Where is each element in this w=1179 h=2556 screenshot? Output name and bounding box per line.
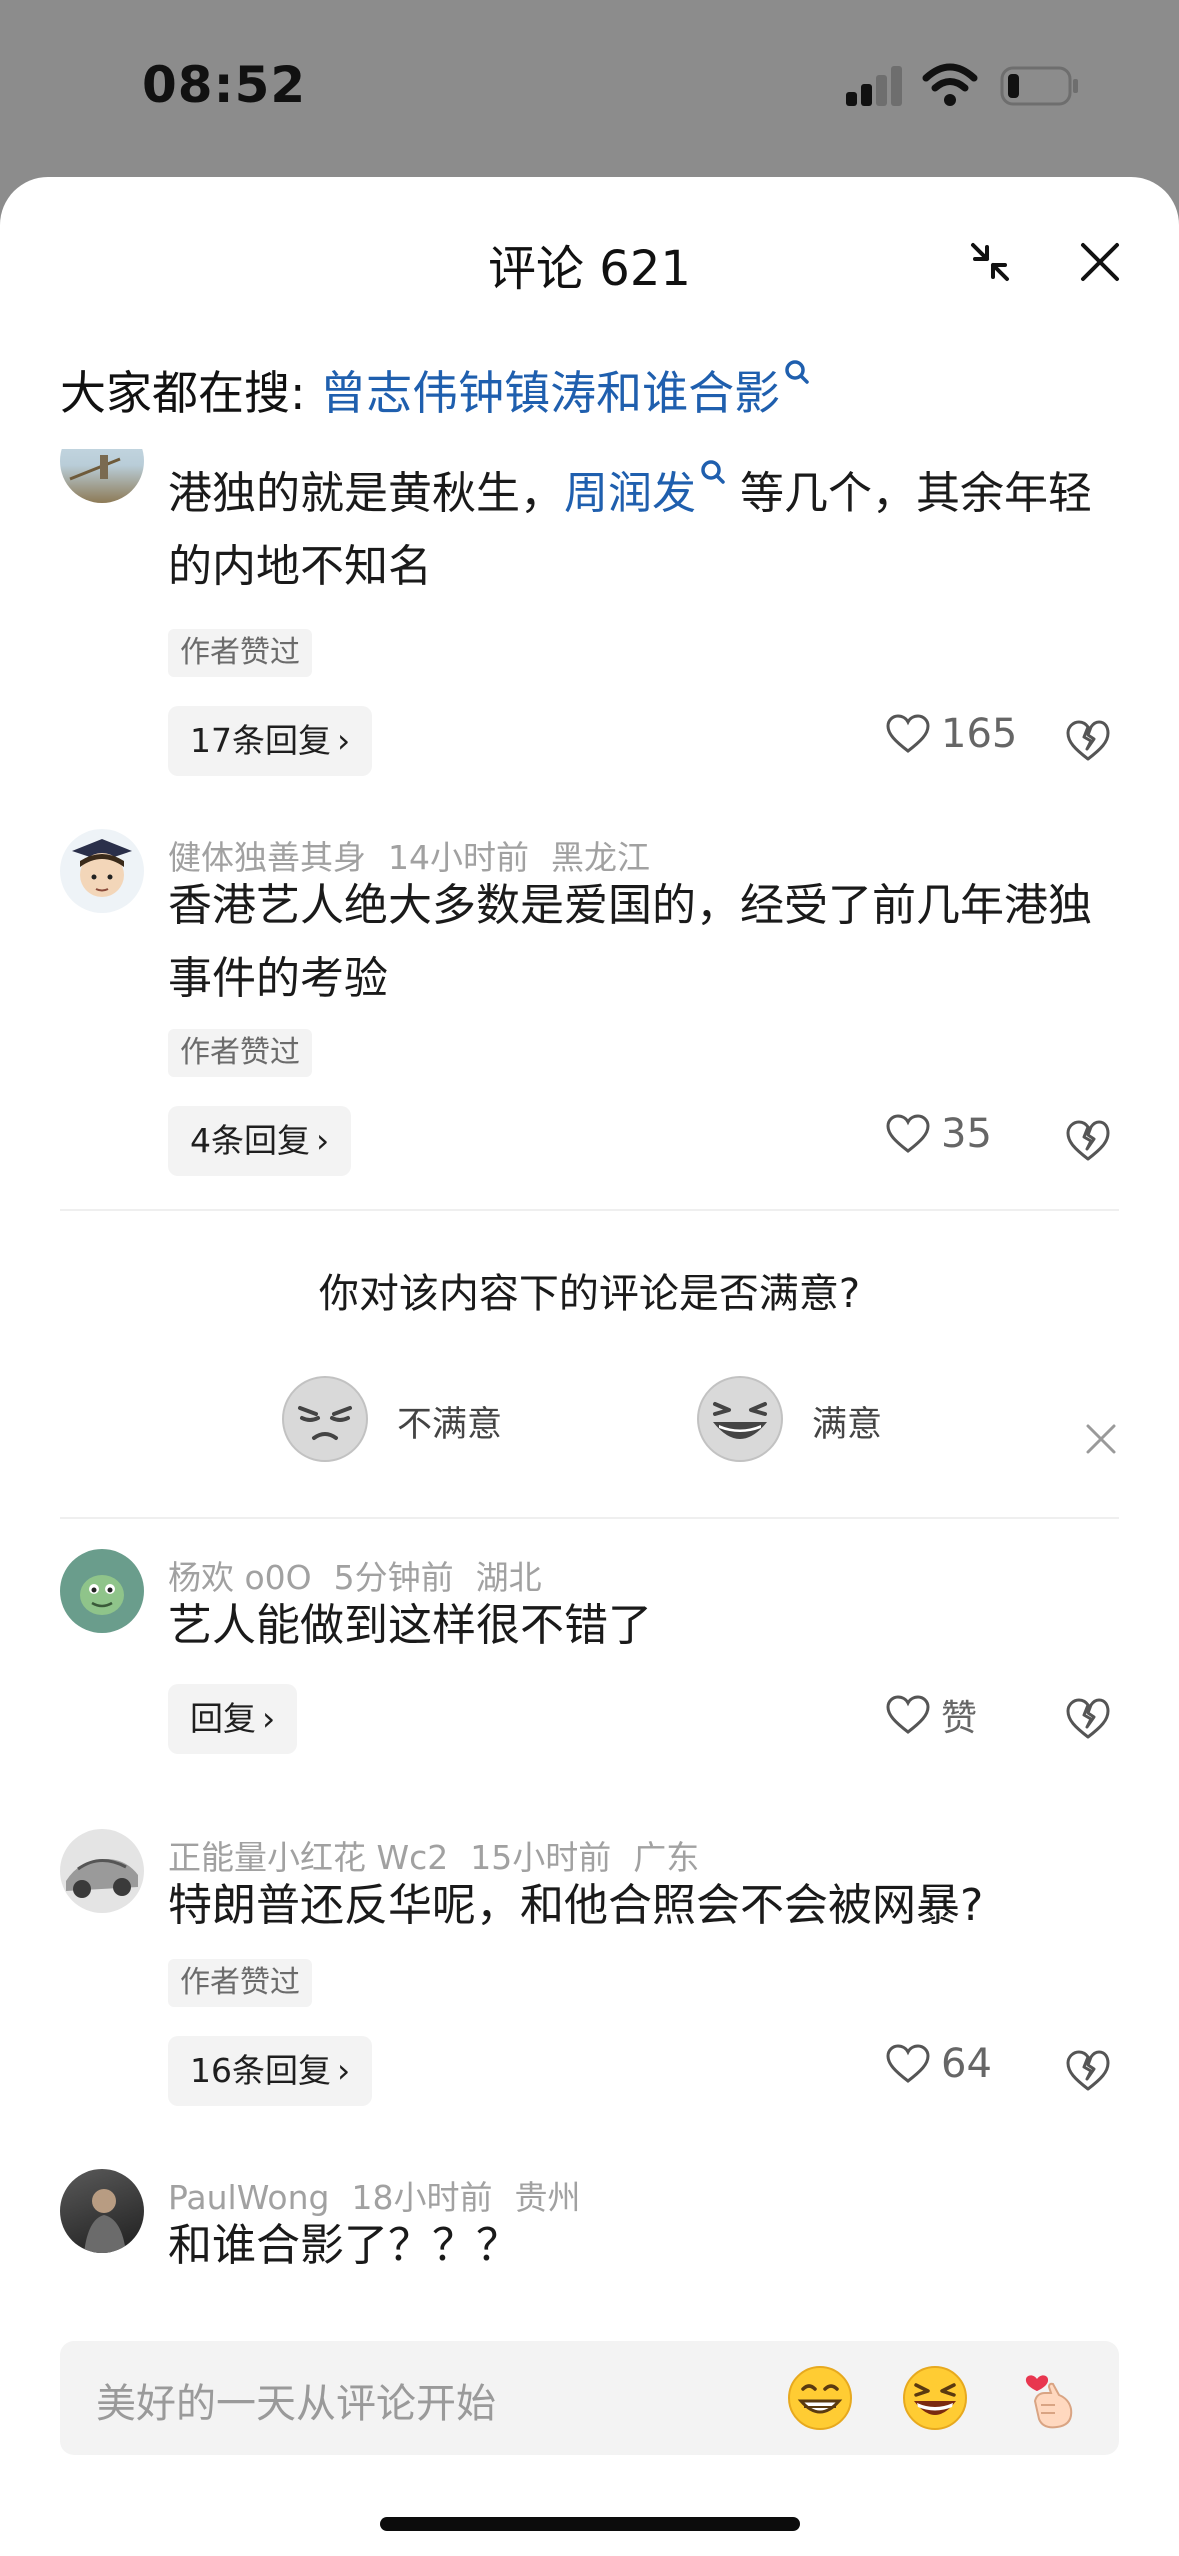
comment-search-link[interactable]: 周润发	[564, 468, 696, 519]
comment-item: 杨欢 o0O 5分钟前 湖北 艺人能做到这样很不错了 回复 › 赞	[0, 1549, 1179, 1779]
close-icon[interactable]	[1075, 237, 1125, 287]
cellular-signal-icon	[846, 64, 904, 106]
broken-heart-icon[interactable]	[1064, 717, 1112, 765]
survey-question: 你对该内容下的评论是否满意?	[318, 1271, 861, 1317]
chevron-right-icon: ›	[316, 1121, 330, 1160]
like-button[interactable]: 赞	[885, 1689, 977, 1749]
reply-label: 4条回复	[190, 1121, 310, 1160]
like-button[interactable]: 35	[885, 1111, 992, 1171]
comment-text: 特朗普还反华呢，和他合照会不会被网暴?	[168, 1880, 984, 1931]
comment-input-placeholder: 美好的一天从评论开始	[96, 2381, 496, 2427]
like-count: 35	[941, 1111, 992, 1157]
view-replies-button[interactable]: 17条回复 ›	[168, 706, 373, 776]
like-label: 赞	[941, 1698, 978, 1739]
avatar[interactable]	[60, 829, 144, 913]
chevron-right-icon: ›	[337, 2051, 351, 2090]
avatar-image	[69, 455, 121, 481]
search-icon	[701, 460, 725, 484]
heart-icon	[886, 714, 930, 753]
comment-item: 正能量小红花 Wc2 15小时前 广东 特朗普还反华呢，和他合照会不会被网暴? 作者…	[0, 1829, 1179, 2129]
reply-button[interactable]: 回复 ›	[168, 1684, 298, 1754]
battery-icon	[1000, 66, 1078, 106]
laugh-emoji-icon[interactable]	[900, 2363, 970, 2433]
heart-icon	[886, 1114, 930, 1153]
like-count: 165	[941, 711, 1018, 757]
reply-label: 17条回复	[190, 721, 331, 760]
survey-option-label: 不满意	[397, 1405, 503, 1445]
comment-text-part: 港独的就是黄秋生，	[168, 468, 564, 519]
unsatisfied-face-icon	[282, 1376, 368, 1462]
comment-text: 香港艺人绝大多数是爱国的，经受了前几年港独事件的考验	[168, 880, 1092, 1004]
survey-option-unsatisfied[interactable]: 不满意	[280, 1374, 520, 1464]
satisfaction-survey: 你对该内容下的评论是否满意? 不满意 满意	[0, 1209, 1179, 1519]
comments-sheet: 评论 621 大家都在搜: 曾志伟钟镇涛和谁合影 港独的就是黄秋生，周润发 等几…	[0, 177, 1179, 2556]
comment-input[interactable]: 美好的一天从评论开始	[60, 2341, 1119, 2455]
avatar[interactable]	[60, 1829, 144, 1913]
comment-item: 港独的就是黄秋生，周润发 等几个，其余年轻的内地不知名 作者赞过 17条回复 › …	[0, 449, 1179, 789]
heart-icon	[886, 1695, 930, 1734]
avatar-image	[84, 2189, 126, 2253]
reply-label: 16条回复	[190, 2051, 331, 2090]
author-liked-badge: 作者赞过	[168, 1959, 312, 2007]
author-liked-badge: 作者赞过	[168, 629, 312, 677]
hot-search-link[interactable]: 曾志伟钟镇涛和谁合影	[320, 366, 780, 420]
status-time: 08:52	[142, 56, 307, 114]
grin-emoji-icon[interactable]	[785, 2363, 855, 2433]
comment-item: 健体独善其身 14小时前 黑龙江 香港艺人绝大多数是爱国的，经受了前几年港独事件的考…	[0, 829, 1179, 1176]
avatar-image	[80, 1575, 124, 1615]
comment-text: 港独的就是黄秋生，周润发 等几个，其余年轻的内地不知名	[168, 457, 1108, 603]
broken-heart-icon[interactable]	[1064, 2047, 1112, 2095]
collapse-icon[interactable]	[965, 237, 1015, 287]
like-button[interactable]: 165	[885, 711, 1017, 771]
avatar-image	[66, 1859, 138, 1898]
reply-label: 回复	[190, 1699, 256, 1738]
hot-search-prefix: 大家都在搜:	[60, 366, 321, 420]
divider	[60, 1517, 1119, 1519]
status-bar: 08:52	[0, 0, 1179, 175]
comment-list[interactable]: 港独的就是黄秋生，周润发 等几个，其余年轻的内地不知名 作者赞过 17条回复 › …	[0, 449, 1179, 2329]
avatar[interactable]	[60, 2169, 144, 2253]
survey-option-label: 满意	[812, 1405, 883, 1445]
heart-icon	[886, 2044, 930, 2083]
chevron-right-icon: ›	[337, 721, 351, 760]
view-replies-button[interactable]: 16条回复 ›	[168, 2036, 373, 2106]
view-replies-button[interactable]: 4条回复 ›	[168, 1106, 352, 1176]
avatar-image	[72, 839, 132, 897]
like-count: 64	[941, 2041, 992, 2087]
avatar[interactable]	[60, 449, 144, 503]
close-survey-icon[interactable]	[1083, 1421, 1119, 1457]
broken-heart-icon[interactable]	[1064, 1695, 1112, 1743]
broken-heart-icon[interactable]	[1064, 1117, 1112, 1165]
wifi-icon	[922, 63, 978, 106]
search-icon	[785, 360, 809, 384]
satisfied-face-icon	[697, 1376, 783, 1462]
comment-item: PaulWong 18小时前 贵州 和谁合影了？？？	[0, 2169, 1179, 2329]
divider	[60, 1209, 1119, 1211]
like-button[interactable]: 64	[885, 2041, 992, 2101]
author-liked-badge: 作者赞过	[168, 1029, 312, 1077]
survey-option-satisfied[interactable]: 满意	[695, 1374, 915, 1464]
finger-heart-emoji-icon[interactable]	[1015, 2363, 1085, 2433]
comment-text: 和谁合影了？？？	[168, 2220, 520, 2271]
chevron-right-icon: ›	[262, 1699, 276, 1738]
avatar[interactable]	[60, 1549, 144, 1633]
hot-search: 大家都在搜: 曾志伟钟镇涛和谁合影	[60, 357, 810, 423]
home-indicator[interactable]	[380, 2517, 800, 2531]
comment-text: 艺人能做到这样很不错了	[168, 1600, 652, 1651]
